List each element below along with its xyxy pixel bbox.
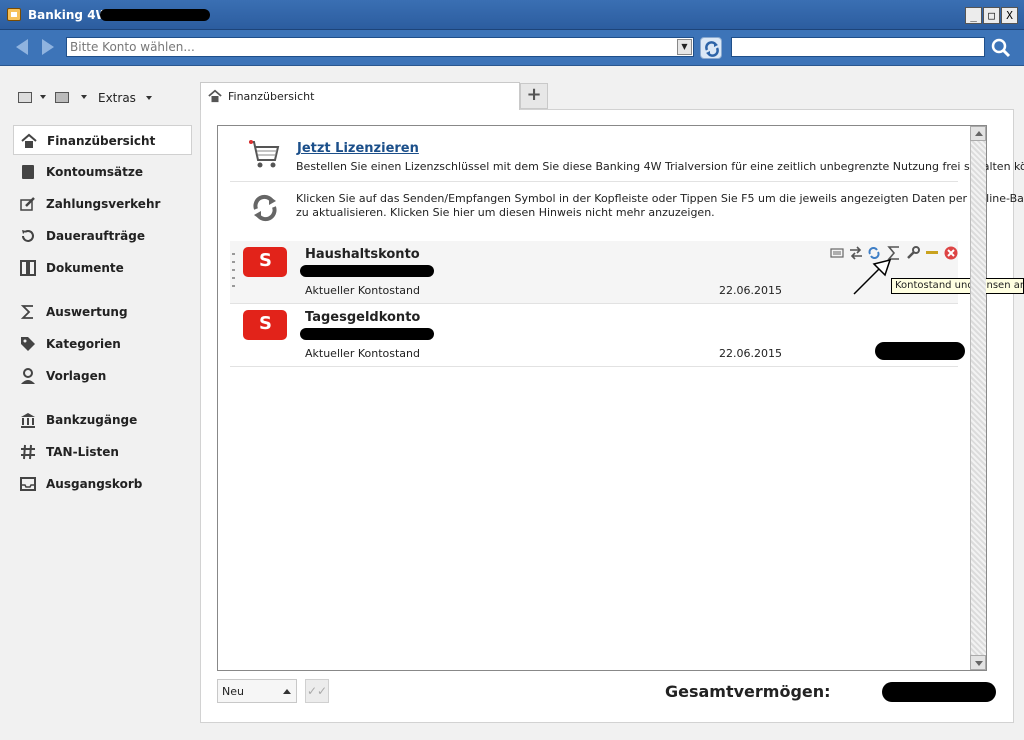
new-dropdown[interactable]: Neu (217, 679, 297, 703)
title-bar: Banking 4W _ □ X (0, 0, 1024, 30)
sync-hint-line: Klicken Sie auf das Senden/Empfangen Sym… (296, 192, 1024, 205)
caret-down-icon (40, 95, 46, 99)
account-subtitle: Aktueller Kontostand (305, 284, 420, 297)
close-window-button[interactable]: X (1001, 7, 1018, 24)
history-icon (22, 230, 34, 242)
extras-menu-button[interactable]: Extras (98, 91, 152, 105)
divider (230, 366, 958, 367)
sidebar-item-ausgangskorb[interactable]: Ausgangskorb (13, 469, 192, 499)
sidebar-item-label: Dokumente (46, 261, 124, 275)
sidebar-item-bankzugaenge[interactable]: Bankzugänge (13, 405, 192, 435)
keyboard-icon (18, 92, 32, 103)
sparkasse-logo-icon: S (243, 247, 287, 277)
sidebar-item-label: Ausgangskorb (46, 477, 143, 491)
account-date: 22.06.2015 (719, 347, 782, 360)
printer-icon (55, 92, 69, 103)
scroll-down-button[interactable] (970, 655, 986, 670)
sidebar-item-vorlagen[interactable]: Vorlagen (13, 361, 192, 391)
home-icon (208, 89, 222, 103)
chevron-down-icon[interactable]: ▼ (677, 39, 692, 55)
new-dropdown-label: Neu (222, 685, 244, 698)
sync-hint-text[interactable]: Klicken Sie auf das Senden/Empfangen Sym… (296, 192, 1024, 220)
maximize-button[interactable]: □ (983, 7, 1000, 24)
sidebar-item-tan-listen[interactable]: TAN-Listen (13, 437, 192, 467)
sidebar-item-label: Auswertung (46, 305, 128, 319)
account-date: 22.06.2015 (719, 284, 782, 297)
tab-label: Finanzübersicht (228, 90, 315, 103)
sidebar-item-label: Kategorien (46, 337, 121, 351)
sync-hint-line: zu aktualisieren. Klicken Sie hier um di… (296, 206, 715, 219)
sync-icon (253, 194, 277, 222)
sparkasse-logo-icon: S (243, 310, 287, 340)
search-icon[interactable] (989, 37, 1013, 59)
redacted-account-number (300, 328, 434, 340)
extras-label: Extras (98, 91, 136, 105)
divider (230, 181, 958, 182)
tab-finanzuebersicht[interactable]: Finanzübersicht (200, 82, 520, 110)
sidebar-item-label: Kontoumsätze (46, 165, 144, 179)
app-icon (7, 8, 21, 21)
sidebar-item-label: Zahlungsverkehr (46, 197, 161, 211)
account-row-tagesgeldkonto[interactable]: S Tagesgeldkonto Aktueller Kontostand 22… (230, 304, 958, 366)
account-name: Tagesgeldkonto (305, 310, 421, 325)
caret-down-icon (81, 95, 87, 99)
sidebar-item-label: TAN-Listen (46, 445, 119, 459)
redacted-balance (875, 342, 965, 360)
sidebar-item-kategorien[interactable]: Kategorien (13, 329, 192, 359)
sidebar-item-finanzuebersicht[interactable]: Finanzübersicht (13, 125, 192, 155)
tooltip: Kontostand und Zinsen anz (891, 278, 1024, 294)
sidebar-item-label: Finanzübersicht (47, 134, 156, 148)
vertical-scrollbar[interactable] (970, 126, 986, 670)
account-select-placeholder: Bitte Konto wählen... (70, 40, 195, 54)
mark-read-button[interactable]: ✓✓ (305, 679, 329, 703)
sync-icon[interactable] (700, 37, 722, 59)
sidebar-item-label: Bankzugänge (46, 413, 138, 427)
caret-up-icon (283, 689, 291, 694)
inbox-icon (20, 477, 36, 491)
sidebar-item-label: Vorlagen (46, 369, 107, 383)
add-tab-button[interactable]: + (520, 83, 548, 109)
hash-icon (21, 444, 35, 460)
license-text: Bestellen Sie einen Lizenzschlüssel mit … (296, 160, 1024, 173)
wrench-icon[interactable] (906, 246, 920, 260)
sidebar-item-zahlungsverkehr[interactable]: Zahlungsverkehr (13, 189, 192, 219)
tag-icon (21, 337, 35, 351)
sidebar-item-dauerauftraege[interactable]: Daueraufträge (13, 221, 192, 251)
minimize-button[interactable]: _ (965, 7, 982, 24)
redacted-account-number (300, 265, 434, 277)
redacted-total-assets (882, 682, 996, 702)
sidebar-item-label: Daueraufträge (46, 229, 145, 243)
account-select[interactable]: Bitte Konto wählen... ▼ (66, 37, 694, 57)
sigma-icon (20, 305, 33, 319)
scroll-up-button[interactable] (970, 126, 986, 141)
sidebar-item-dokumente[interactable]: Dokumente (13, 253, 192, 283)
double-check-icon: ✓✓ (306, 684, 328, 698)
back-arrow-icon[interactable] (16, 39, 28, 55)
user-icon (21, 368, 35, 384)
drag-handle[interactable] (232, 253, 235, 287)
sidebar-item-auswertung[interactable]: Auswertung (13, 297, 192, 327)
pointer-arrow-icon (853, 258, 892, 295)
redacted-title-part (100, 9, 210, 21)
forward-arrow-icon[interactable] (42, 39, 54, 55)
minus-icon[interactable] (925, 246, 939, 260)
home-icon (21, 133, 37, 148)
caret-down-icon (145, 96, 152, 100)
total-assets-label: Gesamtvermögen: (665, 682, 831, 701)
shopping-cart-icon (249, 140, 280, 168)
account-name: Haushaltskonto (305, 247, 420, 262)
delete-icon[interactable] (944, 246, 958, 260)
license-link[interactable]: Jetzt Lizenzieren (297, 141, 419, 156)
edit-icon (20, 197, 35, 211)
sidebar-item-kontoumsaetze[interactable]: Kontoumsätze (13, 157, 192, 187)
book-icon (22, 165, 34, 179)
columns-icon (20, 260, 36, 276)
search-input[interactable] (731, 37, 985, 57)
bank-icon (21, 413, 35, 428)
account-subtitle: Aktueller Kontostand (305, 347, 420, 360)
keyboard-icon[interactable] (830, 246, 844, 260)
window-title: Banking 4W (28, 8, 109, 22)
address-bar: Bitte Konto wählen... ▼ (0, 30, 1024, 66)
